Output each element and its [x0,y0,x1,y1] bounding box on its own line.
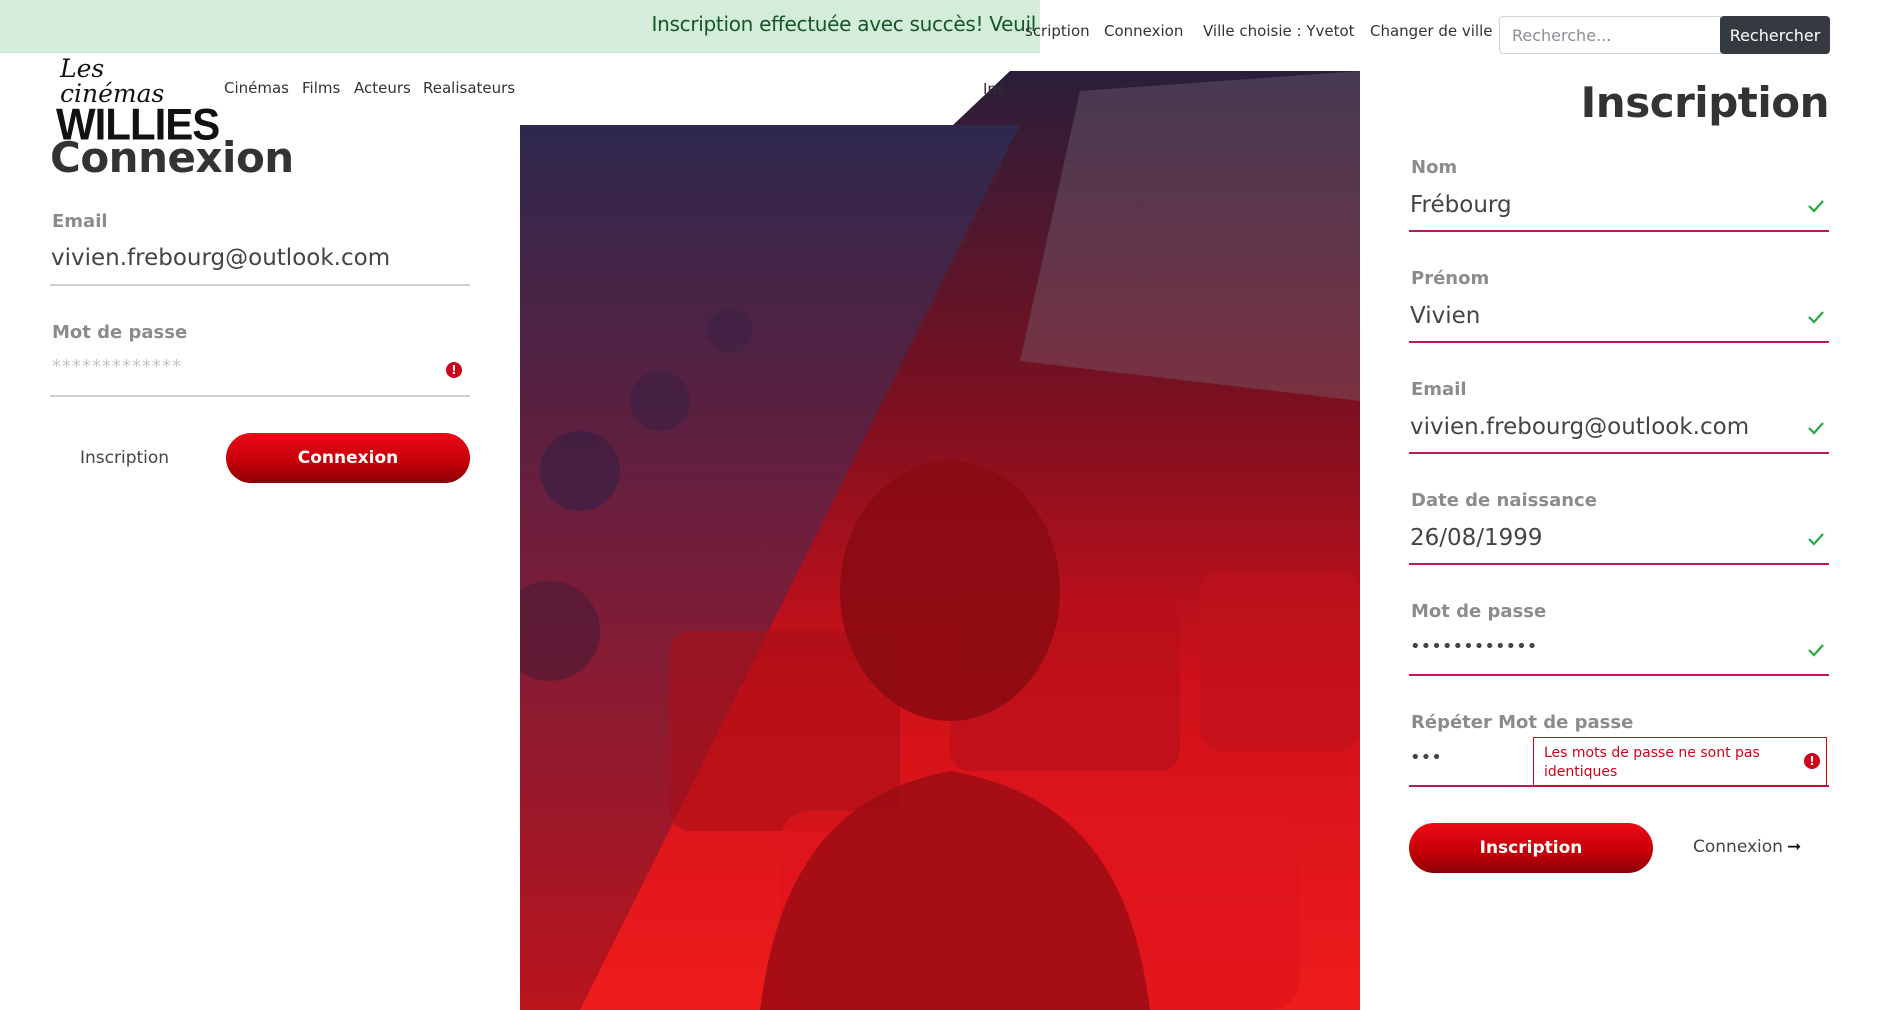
signup-password-input[interactable]: •••••••••••• [1410,636,1537,657]
check-icon [1808,311,1824,324]
check-icon [1808,422,1824,435]
password-mismatch-error: Les mots de passe ne sont pas identiques… [1533,737,1827,786]
signup-password-label: Mot de passe [1411,601,1547,622]
prenom-input[interactable]: Vivien [1410,303,1480,329]
signup-email-label: Email [1411,379,1467,400]
goto-inscription-button[interactable]: Inscription [80,448,169,468]
nom-underline [1409,230,1829,232]
login-password-input[interactable]: ************* [52,356,182,377]
signup-password-underline [1409,674,1829,676]
change-city-link[interactable]: Changer de ville [1370,22,1493,40]
birthdate-label: Date de naissance [1411,490,1597,511]
connexion-title: Connexion [50,133,294,182]
login-email-input[interactable]: vivien.frebourg@outlook.com [51,245,390,271]
password-mismatch-message: Les mots de passe ne sont pas identiques [1544,745,1760,780]
topnav-inscription-link[interactable]: scription [1025,22,1090,40]
login-password-underline [50,395,470,397]
check-icon [1808,533,1824,546]
connexion-submit-button[interactable]: Connexion [226,433,470,483]
nav-acteurs[interactable]: Acteurs [354,79,411,97]
repeat-password-input[interactable]: ••• [1410,747,1442,768]
exclamation-circle-icon: ! [1804,753,1820,769]
login-email-label: Email [52,211,108,232]
birthdate-underline [1409,563,1829,565]
birthdate-input[interactable]: 26/08/1999 [1410,525,1543,551]
check-icon [1808,200,1824,213]
logo-script-text: Les cinémas [60,54,165,108]
cinema-audience-illustration [520,71,1360,1010]
login-email-underline [50,284,470,286]
prenom-label: Prénom [1411,268,1490,289]
arrow-right-icon: ➞ [1786,837,1802,857]
nom-input[interactable]: Frébourg [1410,192,1512,218]
nav-inscription-partial[interactable]: Ins [983,80,1005,98]
prenom-underline [1409,341,1829,343]
selected-city-label: Ville choisie : Yvetot [1203,22,1355,40]
check-icon [1808,644,1824,657]
search-input[interactable] [1499,16,1721,54]
hero-cinema-image [520,71,1360,1010]
success-alert-message: Inscription effectuée avec succès! Veuil [651,12,1037,36]
inscription-title: Inscription [1580,78,1830,127]
topnav-connexion-link[interactable]: Connexion [1104,22,1183,40]
nav-films[interactable]: Films [302,79,340,97]
exclamation-circle-icon: ! [446,362,462,378]
signup-email-underline [1409,452,1829,454]
nav-cinemas[interactable]: Cinémas [224,79,289,97]
nav-realisateurs[interactable]: Realisateurs [423,79,515,97]
inscription-submit-button[interactable]: Inscription [1409,823,1653,873]
success-alert: Inscription effectuée avec succès! Veuil [0,0,1040,53]
nom-label: Nom [1411,157,1458,178]
login-password-label: Mot de passe [52,322,188,343]
goto-connexion-link[interactable]: Connexion ➞ [1693,837,1801,857]
search-button[interactable]: Rechercher [1720,16,1830,54]
repeat-password-label: Répéter Mot de passe [1411,712,1634,733]
goto-connexion-label: Connexion [1693,837,1783,857]
signup-email-input[interactable]: vivien.frebourg@outlook.com [1410,414,1749,440]
